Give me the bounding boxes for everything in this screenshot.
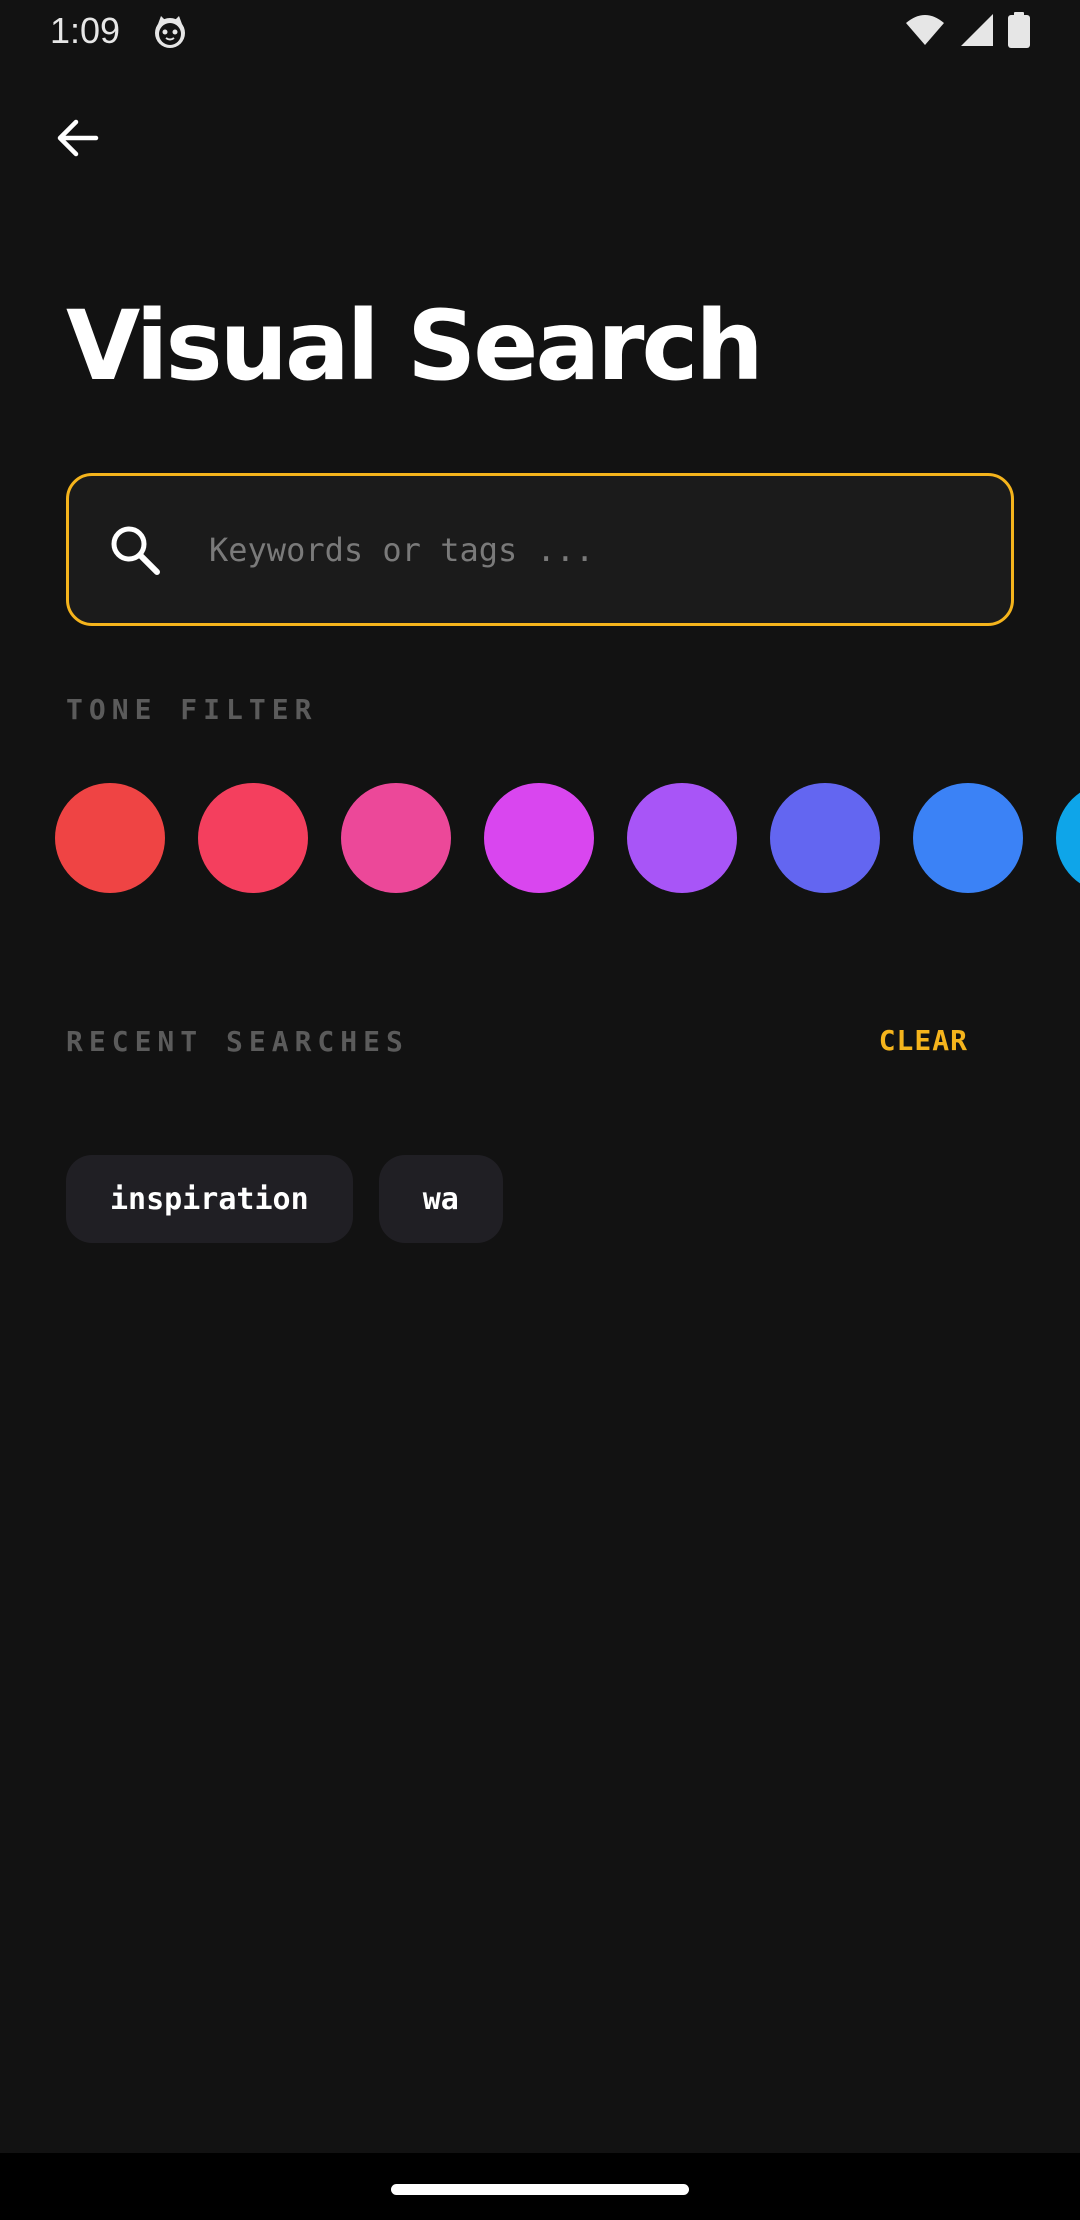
- tone-swatch-6[interactable]: [770, 783, 880, 893]
- tone-swatch-4[interactable]: [484, 783, 594, 893]
- back-button[interactable]: [40, 102, 116, 178]
- search-field[interactable]: [66, 473, 1014, 626]
- status-icons: [904, 12, 1030, 52]
- tone-swatch-1[interactable]: [55, 783, 165, 893]
- chip-label: wa: [422, 1181, 459, 1217]
- status-time: 1:09: [50, 10, 121, 51]
- clear-button[interactable]: CLEAR: [879, 1024, 968, 1057]
- recent-searches-label: RECENT SEARCHES: [66, 1025, 409, 1058]
- recent-searches-list: inspiration wa: [66, 1155, 503, 1243]
- navigation-bar: [0, 2153, 1080, 2220]
- recent-search-chip-wa[interactable]: wa: [378, 1155, 503, 1243]
- chip-label: inspiration: [110, 1181, 309, 1217]
- recent-search-chip-inspiration[interactable]: inspiration: [66, 1155, 353, 1243]
- tone-swatch-8[interactable]: [1056, 783, 1080, 893]
- cat-face-icon: [152, 14, 188, 50]
- tone-filter-row: [0, 783, 1080, 893]
- visual-search-screen: 1:09 Visual Search Keywords or tags ... …: [0, 0, 1080, 2220]
- tone-swatch-2[interactable]: [198, 783, 308, 893]
- status-bar: 1:09: [0, 0, 1080, 64]
- tone-filter-label: TONE FILTER: [66, 693, 318, 726]
- tone-swatch-5[interactable]: [627, 783, 737, 893]
- tone-swatch-3[interactable]: [341, 783, 451, 893]
- search-input[interactable]: [209, 512, 969, 588]
- wifi-icon: [904, 13, 946, 51]
- home-gesture-handle[interactable]: [391, 2184, 689, 2195]
- search-icon: [107, 522, 163, 578]
- cellular-signal-icon: [960, 13, 994, 51]
- page-title: Visual Search: [66, 290, 764, 402]
- arrow-left-icon: [54, 114, 102, 166]
- tone-swatch-7[interactable]: [913, 783, 1023, 893]
- battery-icon: [1008, 12, 1030, 52]
